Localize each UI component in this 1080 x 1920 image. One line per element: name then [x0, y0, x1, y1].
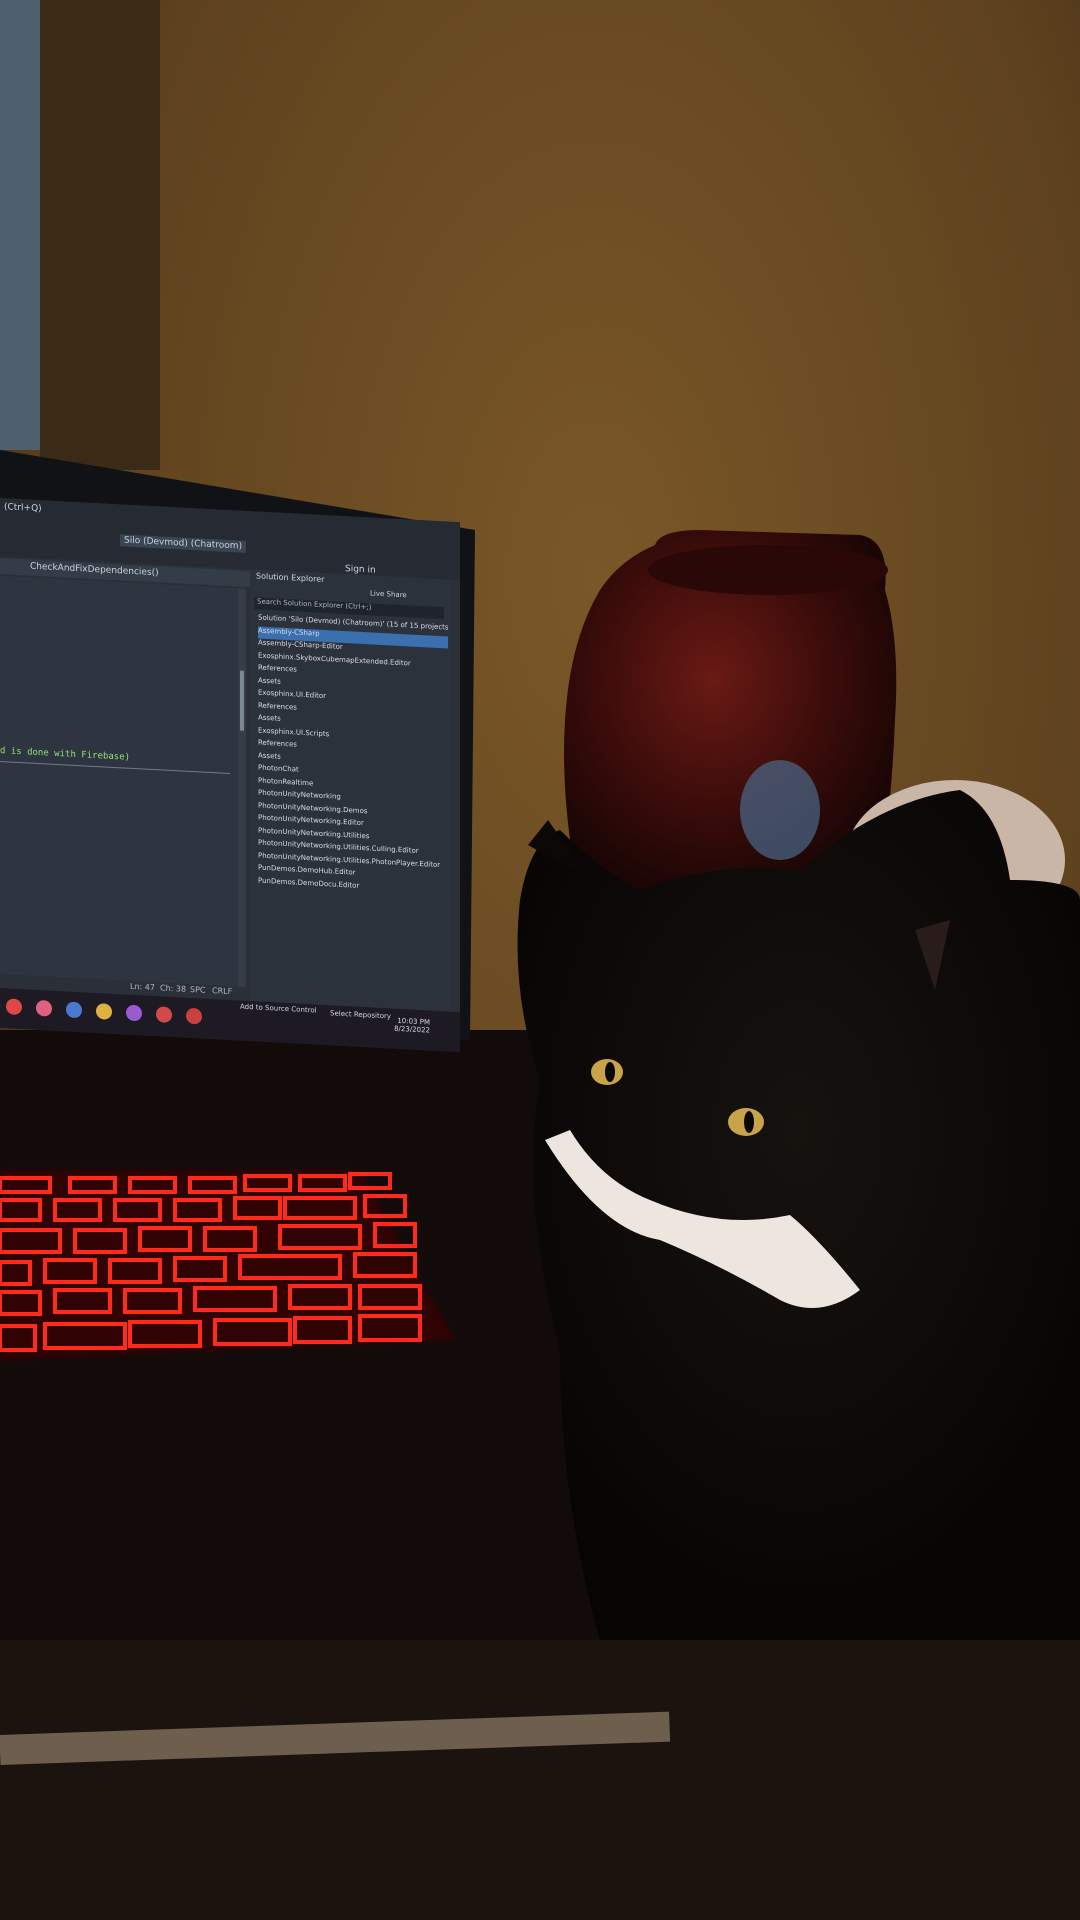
code-line-text: d is done with Firebase)	[0, 746, 131, 763]
project-name: Silo (Devmod) (Chatroom)	[120, 534, 247, 553]
taskbar-clock: 10:03 PM 8/23/2022	[394, 1017, 430, 1035]
cat	[517, 790, 1080, 1640]
editor-scrollbar[interactable]	[238, 588, 246, 987]
laptop-screen: (Ctrl+Q) Silo (Devmod) (Chatroom) Sign i…	[0, 498, 460, 1053]
status-crlf: CRLF	[212, 986, 233, 997]
status-spc: SPC	[190, 984, 206, 995]
editor-scroll-thumb[interactable]	[240, 670, 244, 731]
code-divider	[0, 761, 230, 775]
solution-explorer: Solution Explorer Live Share Search Solu…	[250, 569, 450, 1012]
vase-reflection	[740, 760, 820, 860]
ide-window: (Ctrl+Q) Silo (Devmod) (Chatroom) Sign i…	[0, 498, 460, 1053]
taskbar-icon[interactable]	[66, 1001, 82, 1019]
live-share-button[interactable]: Live Share	[370, 589, 407, 599]
taskbar-icon[interactable]	[6, 998, 22, 1016]
taskbar-icon[interactable]	[126, 1004, 142, 1022]
clock-date: 8/23/2022	[394, 1024, 430, 1035]
taskbar-icon[interactable]	[36, 999, 52, 1017]
vase-lid	[648, 545, 888, 595]
solution-explorer-title: Solution Explorer	[256, 571, 325, 585]
photo-scene: (Ctrl+Q) Silo (Devmod) (Chatroom) Sign i…	[0, 0, 1080, 1920]
select-repository[interactable]: Select Repository	[330, 1009, 391, 1020]
status-line: Ln: 47	[130, 981, 155, 993]
search-hint: (Ctrl+Q)	[4, 502, 42, 515]
taskbar-icon[interactable]	[156, 1006, 172, 1024]
status-col: Ch: 38	[160, 983, 187, 994]
add-source-control[interactable]: Add to Source Control	[240, 1003, 317, 1015]
taskbar-icon[interactable]	[186, 1007, 202, 1025]
code-editor[interactable]: d is done with Firebase)	[0, 576, 238, 987]
monitor-screen-edge	[0, 0, 40, 450]
monitor-bezel	[40, 0, 160, 470]
editor-tab-label: CheckAndFixDependencies()	[30, 561, 159, 579]
taskbar-icon[interactable]	[96, 1003, 112, 1020]
solution-explorer-tree: Solution 'Silo (Devmod) (Chatroom)' (15 …	[258, 614, 448, 899]
desk	[0, 1640, 1080, 1920]
